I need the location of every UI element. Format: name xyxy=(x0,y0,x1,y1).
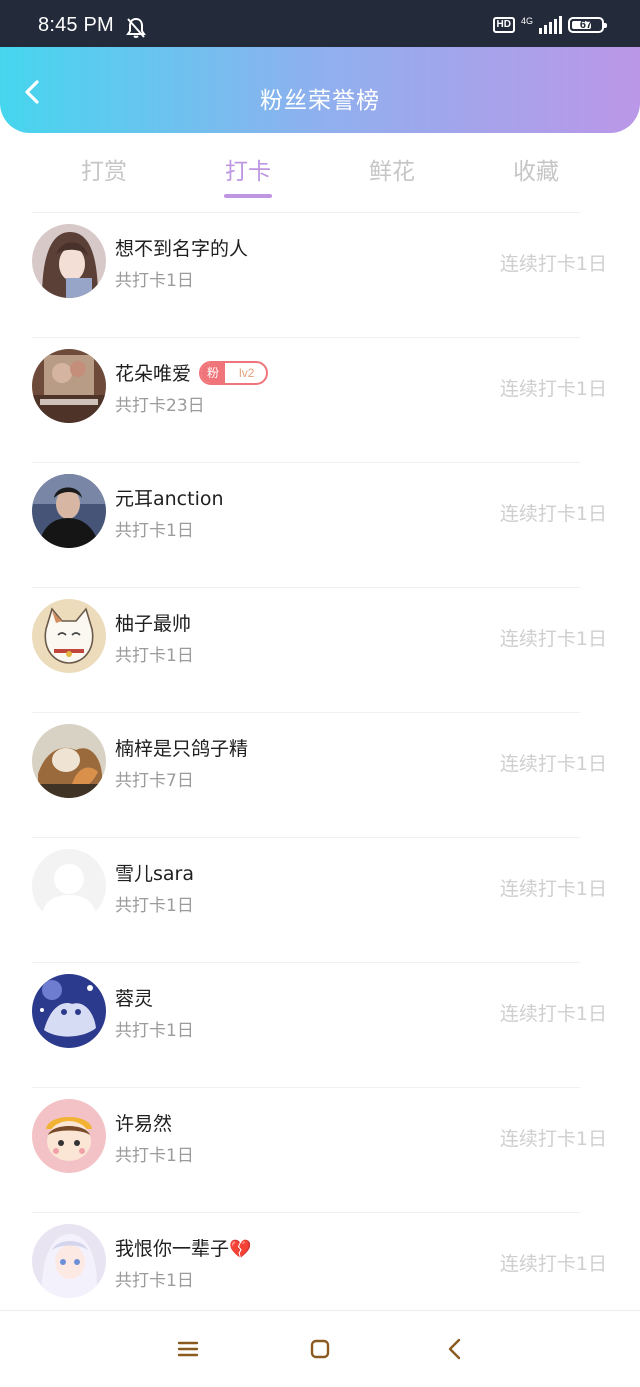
menu-icon[interactable] xyxy=(176,1337,200,1361)
bell-muted-icon xyxy=(126,17,146,38)
fan-name: 我恨你一辈子💔 xyxy=(115,1238,252,1260)
tab-checkin[interactable]: 打卡 xyxy=(188,152,308,198)
streak-checkins: 连续打卡1日 xyxy=(499,1128,607,1150)
streak-checkins: 连续打卡1日 xyxy=(499,1003,607,1025)
list-item[interactable]: 蓉灵 共打卡1日 连续打卡1日 xyxy=(0,962,640,1087)
status-indicators: HD 4G 67 xyxy=(492,15,607,35)
total-checkins: 共打卡7日 xyxy=(115,771,194,791)
home-square-icon[interactable] xyxy=(308,1337,332,1361)
total-checkins: 共打卡23日 xyxy=(115,396,205,416)
list-item[interactable]: 元耳anction 共打卡1日 连续打卡1日 xyxy=(0,462,640,587)
list-item[interactable]: 许易然 共打卡1日 连续打卡1日 xyxy=(0,1087,640,1212)
total-checkins: 共打卡1日 xyxy=(115,1021,194,1041)
tab-active-indicator xyxy=(224,194,272,198)
avatar xyxy=(32,224,106,298)
fan-name: 柚子最帅 xyxy=(115,613,192,635)
battery-percent: 67 xyxy=(579,19,593,31)
fan-name: 元耳anction xyxy=(115,488,224,510)
tab-bar: 打赏 打卡 鲜花 收藏 xyxy=(0,140,640,204)
tab-flowers[interactable]: 鲜花 xyxy=(332,152,452,186)
avatar xyxy=(32,974,106,1048)
list-item[interactable]: 楠梓是只鸽子精 共打卡7日 连续打卡1日 xyxy=(0,712,640,837)
avatar xyxy=(32,474,106,548)
fan-name: 想不到名字的人 xyxy=(115,238,249,260)
fan-name: 许易然 xyxy=(115,1113,173,1135)
avatar xyxy=(32,1224,106,1298)
streak-checkins: 连续打卡1日 xyxy=(499,253,607,275)
list-item[interactable]: 雪儿sara 共打卡1日 连续打卡1日 xyxy=(0,837,640,962)
tab-favorites[interactable]: 收藏 xyxy=(476,152,596,186)
list-item[interactable]: 柚子最帅 共打卡1日 连续打卡1日 xyxy=(0,587,640,712)
streak-checkins: 连续打卡1日 xyxy=(499,503,607,525)
page-title: 粉丝荣誉榜 xyxy=(260,88,380,114)
fan-badge-level: lv2 xyxy=(239,365,255,380)
streak-checkins: 连续打卡1日 xyxy=(499,628,607,650)
avatar xyxy=(32,349,106,423)
network-type: 4G xyxy=(520,15,533,26)
signal-icon xyxy=(539,16,562,34)
streak-checkins: 连续打卡1日 xyxy=(499,1253,607,1275)
fan-name: 花朵唯爱 xyxy=(115,363,192,385)
status-bar: 8:45 PM HD 4G 67 xyxy=(0,0,640,47)
avatar xyxy=(32,599,106,673)
avatar xyxy=(32,1099,106,1173)
tab-reward[interactable]: 打赏 xyxy=(44,152,164,186)
tab-checkin-label: 打卡 xyxy=(225,159,271,185)
battery-icon: 67 xyxy=(568,17,607,33)
total-checkins: 共打卡1日 xyxy=(115,271,194,291)
app-header: 粉丝荣誉榜 xyxy=(0,47,640,133)
hd-icon: HD xyxy=(492,17,515,33)
broken-heart-icon: 💔 xyxy=(229,1239,252,1260)
status-time: 8:45 PM xyxy=(38,14,114,36)
streak-checkins: 连续打卡1日 xyxy=(499,753,607,775)
total-checkins: 共打卡1日 xyxy=(115,1146,194,1166)
total-checkins: 共打卡1日 xyxy=(115,896,194,916)
system-nav-bar xyxy=(0,1310,640,1387)
fan-name: 楠梓是只鸽子精 xyxy=(115,738,249,760)
fan-badge-label: 粉 xyxy=(201,362,226,383)
avatar xyxy=(32,724,106,798)
fan-name: 蓉灵 xyxy=(115,988,154,1010)
fan-name: 雪儿sara xyxy=(115,863,194,885)
list-item[interactable]: 想不到名字的人 共打卡1日 连续打卡1日 xyxy=(0,212,640,337)
streak-checkins: 连续打卡1日 xyxy=(499,878,607,900)
list-item[interactable]: 花朵唯爱 粉 lv2 共打卡23日 连续打卡1日 xyxy=(0,337,640,462)
back-triangle-icon[interactable] xyxy=(443,1337,467,1361)
total-checkins: 共打卡1日 xyxy=(115,521,194,541)
fan-level-badge: 粉 lv2 xyxy=(199,360,269,385)
fan-list: 想不到名字的人 共打卡1日 连续打卡1日 花朵唯爱 粉 lv2 共打卡23日 连… xyxy=(0,212,640,1337)
streak-checkins: 连续打卡1日 xyxy=(499,378,607,400)
total-checkins: 共打卡1日 xyxy=(115,1271,194,1291)
total-checkins: 共打卡1日 xyxy=(115,646,194,666)
avatar xyxy=(32,849,106,923)
